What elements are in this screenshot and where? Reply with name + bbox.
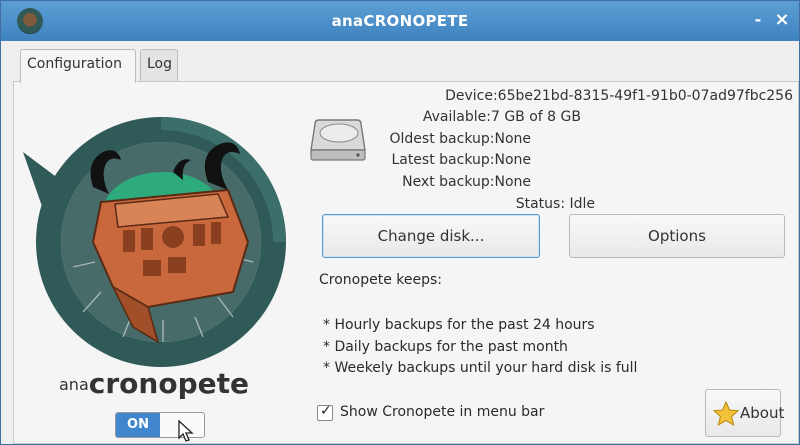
cronopete-logo [23,117,286,367]
list-item: * Daily backups for the past month [323,338,568,355]
keeps-heading: Cronopete keeps: [319,272,443,288]
window-title: anaCRONOPETE [331,12,469,30]
star-icon [712,400,740,427]
about-label: About [740,404,785,422]
toggle-on-label: ON [116,413,160,437]
oldest-backup: Oldest backup:None [389,131,531,147]
backup-status: Status: Idle [515,196,595,212]
show-in-menu-bar-checkbox[interactable]: ✓ [317,403,333,421]
brand-prefix: ana [59,375,89,394]
device-id: Device:65be21bd-8315-49f1-91b0-07ad97fbc… [445,88,793,104]
minimize-button[interactable]: - [747,9,769,31]
list-item: * Weekely backups until your hard disk i… [323,360,638,376]
show-in-menu-bar-label[interactable]: Show Cronopete in menu bar [340,404,544,420]
close-button[interactable]: × [771,9,793,31]
mouse-cursor-icon [178,419,194,442]
latest-backup: Latest backup:None [391,152,531,168]
title-bar[interactable]: anaCRONOPETE - × [1,1,799,41]
brand-name: anacronopete [59,367,249,405]
retention-list: * Hourly backups for the past 24 hours *… [323,315,637,380]
available-space: Available:7 GB of 8 GB [422,109,581,125]
list-item: * Hourly backups for the past 24 hours [323,317,595,333]
checkmark-icon: ✓ [320,403,332,419]
tab-log[interactable]: Log [140,49,178,81]
change-disk-button[interactable]: Change disk... [322,214,540,258]
app-window: anaCRONOPETE - × Configuration Log anacr… [0,0,800,445]
tab-configuration[interactable]: Configuration [20,49,136,83]
next-backup: Next backup:None [402,174,531,190]
hard-disk-icon [310,119,366,161]
about-button[interactable]: About [705,389,785,437]
options-button[interactable]: Options [569,214,785,258]
brand-main: cronopete [88,367,249,400]
